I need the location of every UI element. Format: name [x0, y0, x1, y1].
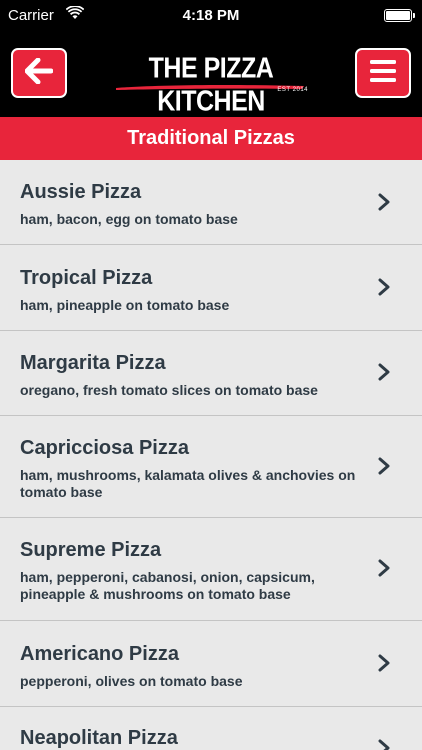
- list-item-tropical-pizza[interactable]: Tropical Pizza ham, pineapple on tomato …: [0, 245, 422, 331]
- nav-bar: THE PIZZA KITCHEN EST 2014: [0, 32, 422, 118]
- item-name: Aussie Pizza: [20, 181, 142, 203]
- list-item-margarita-pizza[interactable]: Margarita Pizza oregano, fresh tomato sl…: [0, 331, 422, 416]
- item-description: ham, bacon, egg on tomato base: [20, 211, 238, 227]
- chevron-right-icon: [378, 278, 390, 296]
- item-name: Neapolitan Pizza: [20, 727, 178, 749]
- list-item-neapolitan-pizza[interactable]: Neapolitan Pizza: [0, 707, 422, 750]
- list-item-americano-pizza[interactable]: Americano Pizza pepperoni, olives on tom…: [0, 621, 422, 707]
- chevron-right-icon: [378, 457, 390, 475]
- item-description: ham, pepperoni, cabanosi, onion, capsicu…: [20, 569, 315, 602]
- list-item-supreme-pizza[interactable]: Supreme Pizza ham, pepperoni, cabanosi, …: [0, 518, 422, 621]
- section-title: Traditional Pizzas: [0, 117, 422, 160]
- menu-button[interactable]: [355, 48, 411, 98]
- item-name: Tropical Pizza: [20, 267, 153, 289]
- brand-logo: THE PIZZA KITCHEN EST 2014: [110, 50, 312, 118]
- logo-est: EST 2014: [277, 87, 308, 93]
- chevron-right-icon: [378, 654, 390, 672]
- pizza-list: Aussie Pizza ham, bacon, egg on tomato b…: [0, 160, 422, 750]
- item-description: oregano, fresh tomato slices on tomato b…: [20, 382, 318, 398]
- back-button[interactable]: [11, 48, 67, 98]
- item-description: pepperoni, olives on tomato base: [20, 673, 243, 689]
- chevron-right-icon: [378, 739, 390, 750]
- item-description: ham, mushrooms, kalamata olives & anchov…: [20, 467, 356, 500]
- chevron-right-icon: [378, 193, 390, 211]
- list-item-capricciosa-pizza[interactable]: Capricciosa Pizza ham, mushrooms, kalama…: [0, 416, 422, 518]
- item-name: Margarita Pizza: [20, 352, 166, 374]
- battery-icon: [384, 9, 415, 22]
- item-name: Supreme Pizza: [20, 539, 162, 561]
- item-name: Americano Pizza: [20, 643, 179, 665]
- hamburger-icon: [369, 59, 397, 88]
- clock-time: 4:18 PM: [182, 7, 240, 24]
- chevron-right-icon: [378, 363, 390, 381]
- chevron-right-icon: [378, 559, 390, 577]
- item-name: Capricciosa Pizza: [20, 437, 189, 459]
- list-item-aussie-pizza[interactable]: Aussie Pizza ham, bacon, egg on tomato b…: [0, 160, 422, 245]
- status-bar: Carrier 4:18 PM: [0, 0, 422, 32]
- item-description: ham, pineapple on tomato base: [20, 297, 230, 313]
- back-arrow-icon: [24, 57, 54, 89]
